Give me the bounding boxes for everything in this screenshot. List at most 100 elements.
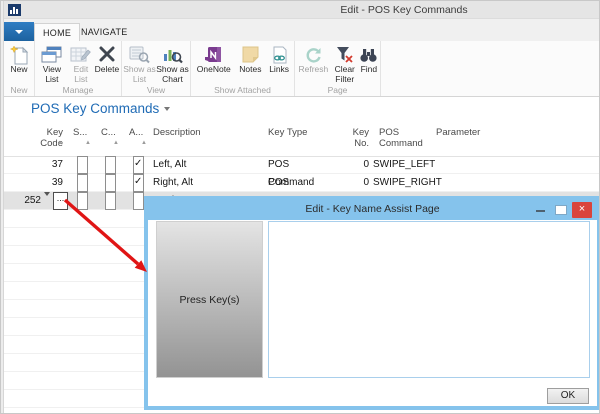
checkbox-alt[interactable] bbox=[133, 192, 144, 210]
dialog-title: Edit - Key Name Assist Page bbox=[148, 203, 597, 215]
ribbon-group-show-attached: OneNote Notes bbox=[191, 41, 295, 96]
group-label-manage: Manage bbox=[36, 84, 120, 96]
tab-navigate[interactable]: NAVIGATE bbox=[73, 23, 136, 41]
dialog-body: Press Key(s) OK bbox=[148, 220, 597, 406]
cell-key-code: 39 bbox=[25, 174, 63, 192]
notes-button[interactable]: Notes bbox=[236, 42, 266, 84]
delete-button[interactable]: Delete bbox=[94, 42, 120, 84]
table-row[interactable]: 39 Right, Alt POS Command 0 SWIPE_RIGHT bbox=[4, 174, 599, 192]
cell-key-no: 0 bbox=[339, 174, 369, 192]
notes-sticky-icon bbox=[242, 44, 259, 65]
column-header-pos-command[interactable]: POS Command bbox=[379, 127, 425, 149]
column-header-alt[interactable]: A... bbox=[129, 127, 147, 138]
chevron-down-icon bbox=[15, 30, 23, 34]
page-title-dropdown-icon bbox=[164, 107, 170, 111]
maximize-icon[interactable] bbox=[555, 205, 567, 215]
group-label-page: Page bbox=[296, 84, 379, 96]
column-header-key-no[interactable]: Key No. bbox=[339, 127, 369, 149]
cell-description: Right, Alt bbox=[153, 174, 263, 192]
new-button-label: New bbox=[10, 65, 27, 75]
checkbox-select[interactable] bbox=[77, 174, 88, 192]
show-as-chart-label: Show as Chart bbox=[156, 65, 189, 84]
refresh-label: Refresh bbox=[298, 65, 328, 75]
edit-list-icon bbox=[70, 44, 91, 65]
checkbox-ctrl[interactable] bbox=[105, 174, 116, 192]
onenote-button[interactable]: OneNote bbox=[192, 42, 236, 84]
press-keys-label: Press Key(s) bbox=[179, 294, 239, 306]
ribbon-tabrow: HOME NAVIGATE bbox=[4, 19, 599, 41]
new-button[interactable]: New bbox=[5, 42, 33, 84]
show-as-chart-icon bbox=[162, 44, 183, 65]
refresh-icon bbox=[304, 44, 323, 65]
press-keys-button[interactable]: Press Key(s) bbox=[156, 221, 263, 378]
ribbon-group-view: Show as List Show as Chart bbox=[122, 41, 191, 96]
find-label: Find bbox=[361, 65, 378, 75]
column-header-parameter[interactable]: Parameter bbox=[436, 127, 498, 138]
checkbox-select[interactable] bbox=[77, 192, 88, 210]
show-as-list-label: Show as List bbox=[123, 65, 156, 84]
clear-filter-label: Clear Filter bbox=[331, 65, 359, 84]
sort-ascending-icon: ▲ bbox=[57, 140, 63, 146]
column-header-ctrl[interactable]: C... bbox=[101, 127, 119, 138]
cell-key-type: POS Command bbox=[268, 156, 338, 174]
app-menu-button[interactable] bbox=[4, 22, 34, 41]
ribbon: New New View List bbox=[4, 41, 599, 97]
onenote-icon bbox=[204, 44, 223, 65]
checkbox-select[interactable] bbox=[77, 156, 88, 174]
close-icon[interactable]: × bbox=[572, 202, 592, 218]
minimize-icon[interactable] bbox=[536, 210, 545, 212]
page-title[interactable]: POS Key Commands bbox=[31, 101, 170, 116]
links-label: Links bbox=[269, 65, 289, 75]
edit-list-label: Edit List bbox=[68, 65, 94, 84]
column-header-key-type[interactable]: Key Type bbox=[268, 127, 328, 138]
assist-edit-button[interactable]: ... bbox=[53, 192, 68, 210]
checkbox-ctrl[interactable] bbox=[105, 156, 116, 174]
find-button[interactable]: Find bbox=[359, 42, 379, 84]
edit-list-button: Edit List bbox=[68, 42, 94, 84]
checkbox-alt[interactable] bbox=[133, 174, 144, 192]
links-button[interactable]: Links bbox=[265, 42, 293, 84]
cell-pos-command: SWIPE_RIGHT bbox=[373, 174, 463, 192]
view-list-button[interactable]: View List bbox=[36, 42, 68, 84]
assist-dialog: Edit - Key Name Assist Page × Press Key(… bbox=[144, 196, 600, 410]
cell-key-code: 37 bbox=[25, 156, 63, 174]
key-name-display-field[interactable] bbox=[268, 221, 590, 378]
dialog-titlebar[interactable]: Edit - Key Name Assist Page × bbox=[148, 200, 597, 220]
cell-pos-command: SWIPE_LEFT bbox=[373, 156, 463, 174]
show-as-list-icon bbox=[129, 44, 150, 65]
clear-filter-button[interactable]: Clear Filter bbox=[331, 42, 359, 84]
sort-ascending-icon: ▲ bbox=[113, 140, 119, 146]
view-list-label: View List bbox=[36, 65, 68, 84]
group-label-show-attached: Show Attached bbox=[192, 84, 293, 96]
cell-key-code: 252 bbox=[11, 192, 41, 210]
ribbon-group-page: Refresh Clear Filter bbox=[295, 41, 381, 96]
refresh-button: Refresh bbox=[296, 42, 331, 84]
checkbox-ctrl[interactable] bbox=[105, 192, 116, 210]
checkbox-alt[interactable] bbox=[133, 156, 144, 174]
ribbon-group-new: New New bbox=[4, 41, 35, 96]
links-chain-icon bbox=[271, 44, 288, 65]
show-as-list-button: Show as List bbox=[123, 42, 156, 84]
cell-key-type: POS Command bbox=[268, 174, 338, 192]
onenote-label: OneNote bbox=[197, 65, 231, 75]
column-header-select[interactable]: S... bbox=[73, 127, 91, 138]
notes-label: Notes bbox=[239, 65, 261, 75]
new-document-icon bbox=[9, 44, 30, 65]
find-binoculars-icon bbox=[359, 44, 378, 65]
show-as-chart-button[interactable]: Show as Chart bbox=[156, 42, 189, 84]
column-header-description[interactable]: Description bbox=[153, 127, 253, 138]
ribbon-group-manage: View List Edit List bbox=[35, 41, 122, 96]
app-icon bbox=[8, 4, 21, 16]
table-row[interactable]: 37 Left, Alt POS Command 0 SWIPE_LEFT bbox=[4, 156, 599, 174]
delete-x-icon bbox=[98, 44, 116, 65]
cell-key-no: 0 bbox=[339, 156, 369, 174]
page-title-text: POS Key Commands bbox=[31, 101, 159, 116]
clear-filter-funnel-icon bbox=[335, 44, 354, 65]
sort-ascending-icon: ▲ bbox=[141, 140, 147, 146]
ok-button[interactable]: OK bbox=[547, 388, 589, 404]
view-list-icon bbox=[41, 44, 62, 65]
dropdown-caret-icon[interactable] bbox=[44, 192, 50, 210]
window-titlebar[interactable]: Edit - POS Key Commands bbox=[4, 1, 599, 19]
window-title: Edit - POS Key Commands bbox=[254, 4, 554, 16]
screen: Edit - POS Key Commands HOME NAVIGATE bbox=[0, 0, 600, 414]
